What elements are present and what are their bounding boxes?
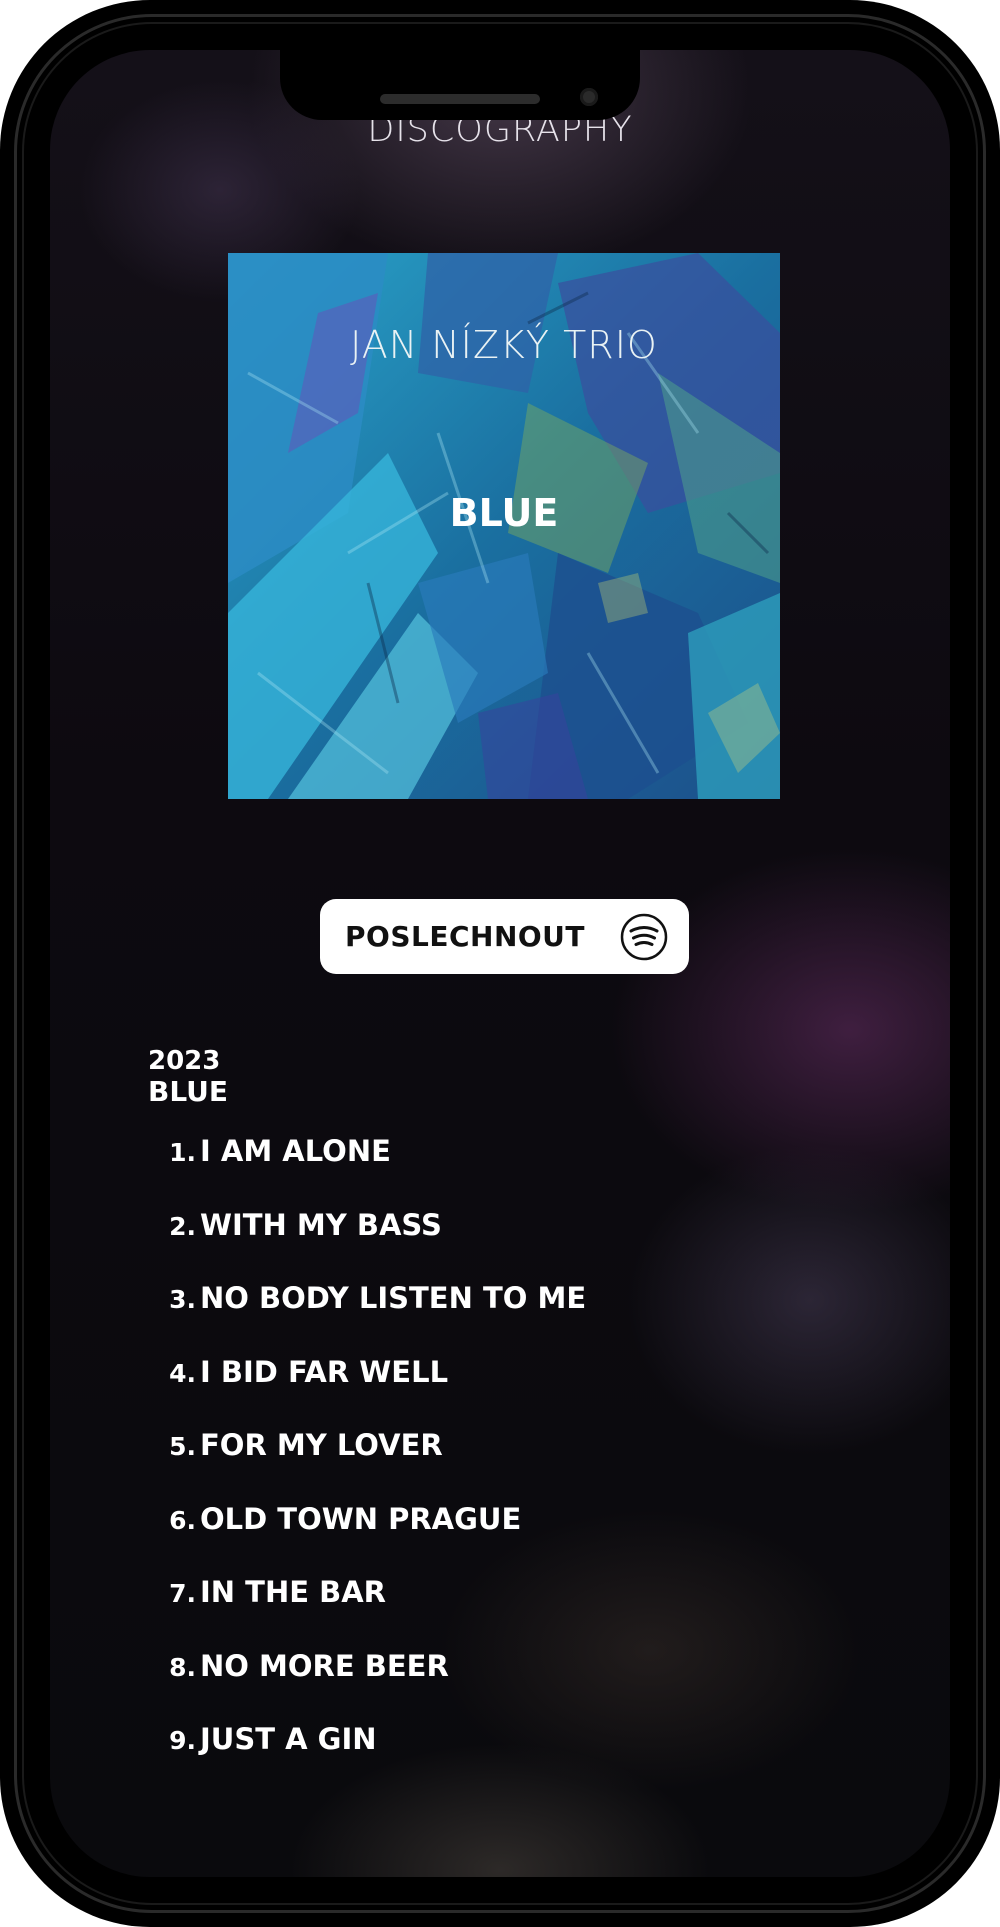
track-item[interactable]: 5. FOR MY LOVER — [148, 1428, 586, 1502]
album-name: BLUE — [148, 1075, 229, 1108]
track-title: IN THE BAR — [200, 1575, 386, 1609]
screen: DISCOGRAPHY JAN NÍZKÝ TRIO BLUE POSLECHN… — [50, 50, 950, 1877]
track-item[interactable]: 3. NO BODY LISTEN TO ME — [148, 1281, 586, 1355]
track-number: 6. — [169, 1505, 196, 1535]
track-number: 2. — [169, 1211, 196, 1241]
track-title: OLD TOWN PRAGUE — [200, 1501, 522, 1536]
track-title: FOR MY LOVER — [200, 1428, 443, 1462]
track-number: 5. — [169, 1432, 196, 1461]
cover-artist-name: JAN NÍZKÝ TRIO — [350, 323, 658, 367]
track-item[interactable]: 6. OLD TOWN PRAGUE — [148, 1502, 586, 1576]
track-item[interactable]: 8. NO MORE BEER — [148, 1649, 586, 1723]
album-meta: 2023 BLUE — [148, 1046, 228, 1108]
cover-album-title: BLUE — [449, 491, 559, 535]
listen-button-label: POSLECHNOUT — [345, 920, 586, 953]
track-title: I AM ALONE — [200, 1134, 391, 1168]
track-number: 8. — [169, 1652, 196, 1682]
track-title: NO BODY LISTEN TO ME — [200, 1281, 587, 1315]
track-item[interactable]: 4. I BID FAR WELL — [148, 1355, 586, 1429]
album-cover[interactable]: JAN NÍZKÝ TRIO BLUE — [228, 253, 780, 799]
track-item[interactable]: 7. IN THE BAR — [148, 1575, 586, 1649]
album-year: 2023 — [148, 1046, 221, 1076]
track-title: NO MORE BEER — [200, 1648, 449, 1683]
track-item[interactable]: 9. JUST A GIN — [148, 1722, 586, 1796]
track-number: 7. — [169, 1579, 196, 1608]
front-camera — [580, 88, 598, 106]
track-number: 3. — [169, 1285, 196, 1314]
phone-notch — [280, 50, 640, 120]
speaker-grille — [380, 94, 540, 104]
track-title: JUST A GIN — [200, 1722, 377, 1756]
track-list: 1. I AM ALONE 2. WITH MY BASS 3. NO BODY LI… — [148, 1134, 586, 1796]
track-title: WITH MY BASS — [200, 1207, 442, 1242]
spotify-icon — [620, 913, 668, 961]
track-number: 1. — [169, 1138, 196, 1167]
phone-frame: DISCOGRAPHY JAN NÍZKÝ TRIO BLUE POSLECHN… — [0, 0, 1000, 1927]
track-number: 9. — [169, 1726, 196, 1755]
track-item[interactable]: 2. WITH MY BASS — [148, 1208, 586, 1282]
listen-button[interactable]: POSLECHNOUT — [320, 899, 689, 974]
track-title: I BID FAR WELL — [200, 1354, 449, 1389]
track-item[interactable]: 1. I AM ALONE — [148, 1134, 586, 1208]
track-number: 4. — [169, 1358, 196, 1388]
